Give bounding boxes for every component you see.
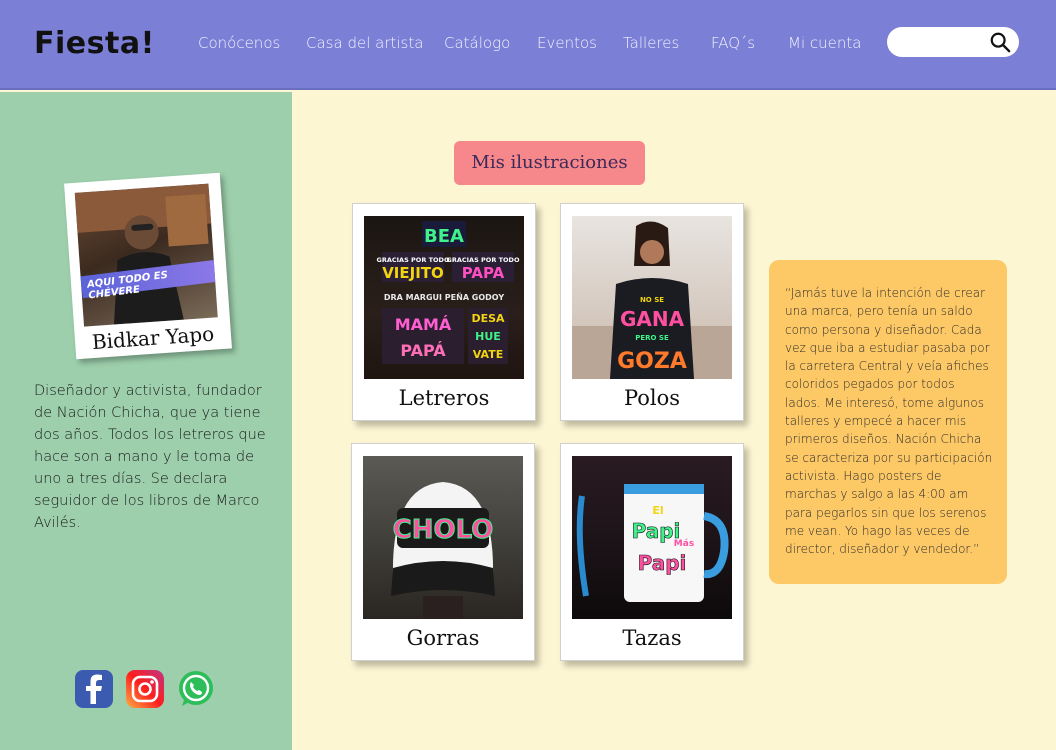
svg-text:GOZA: GOZA bbox=[617, 349, 687, 374]
artist-bio: Diseñador y activista, fundador de Nació… bbox=[34, 383, 266, 531]
svg-text:El: El bbox=[652, 504, 663, 517]
nav-link-eventos[interactable]: Eventos bbox=[537, 34, 597, 52]
search-input[interactable] bbox=[887, 27, 1019, 57]
tazas-image: El Papi Más Papi bbox=[572, 456, 732, 619]
svg-text:PERO SE: PERO SE bbox=[635, 334, 669, 342]
svg-text:HUE: HUE bbox=[475, 330, 501, 343]
instagram-icon[interactable] bbox=[126, 670, 164, 708]
card-label: Gorras bbox=[406, 626, 480, 650]
svg-text:MAMÁ: MAMÁ bbox=[395, 315, 452, 334]
gorras-image: CHOLO bbox=[363, 456, 523, 619]
svg-text:Papi: Papi bbox=[638, 551, 687, 575]
product-card-letreros[interactable]: BEA GRACIAS POR TODO VIEJITO GRACIAS POR… bbox=[352, 203, 536, 421]
svg-text:DRA MARGUI PEÑA GODOY: DRA MARGUI PEÑA GODOY bbox=[384, 292, 504, 302]
nav-link-casa-del-artista[interactable]: Casa del artista bbox=[306, 34, 423, 52]
profile-polaroid: AQUI TODO ES CHÉVERE Bidkar Yapo bbox=[64, 172, 232, 360]
svg-text:GRACIAS POR TODO: GRACIAS POR TODO bbox=[447, 256, 520, 264]
letreros-image: BEA GRACIAS POR TODO VIEJITO GRACIAS POR… bbox=[364, 216, 524, 379]
svg-text:BEA: BEA bbox=[424, 226, 464, 247]
svg-text:CHOLO: CHOLO bbox=[393, 515, 494, 545]
svg-text:PAPÁ: PAPÁ bbox=[400, 341, 446, 360]
polos-image: NO SE GANA PERO SE GOZA bbox=[572, 216, 732, 379]
nav-link-catalogo[interactable]: Catálogo bbox=[444, 34, 510, 52]
site-logo[interactable]: Fiesta! bbox=[34, 26, 155, 61]
card-label: Tazas bbox=[622, 626, 682, 650]
product-card-tazas[interactable]: El Papi Más Papi Tazas bbox=[560, 443, 744, 661]
nav-link-conocenos[interactable]: Conócenos bbox=[198, 34, 280, 52]
artist-figure-icon bbox=[74, 183, 212, 325]
facebook-icon[interactable] bbox=[75, 670, 113, 708]
artist-quote: “Jamás tuve la intención de crear una ma… bbox=[769, 260, 1007, 584]
svg-text:NO SE: NO SE bbox=[640, 296, 664, 304]
svg-text:Más: Más bbox=[674, 539, 694, 549]
artist-photo: AQUI TODO ES CHÉVERE bbox=[74, 183, 218, 327]
section-title: Mis ilustraciones bbox=[454, 141, 645, 185]
nav-link-faqs[interactable]: FAQ´s bbox=[711, 34, 755, 52]
header-bar: Fiesta! Conócenos Casa del artista Catál… bbox=[0, 0, 1056, 90]
whatsapp-icon[interactable] bbox=[177, 670, 215, 708]
svg-text:VIEJITO: VIEJITO bbox=[382, 264, 444, 282]
card-label: Letreros bbox=[398, 386, 490, 410]
svg-text:PAPA: PAPA bbox=[462, 264, 505, 282]
search-icon[interactable] bbox=[989, 31, 1011, 53]
svg-text:GANA: GANA bbox=[620, 307, 685, 331]
svg-text:DESA: DESA bbox=[471, 312, 505, 325]
svg-text:VATE: VATE bbox=[473, 348, 503, 361]
product-card-gorras[interactable]: CHOLO Gorras bbox=[351, 443, 535, 661]
card-label: Polos bbox=[623, 386, 681, 410]
nav-link-talleres[interactable]: Talleres bbox=[623, 34, 679, 52]
svg-text:GRACIAS POR TODO: GRACIAS POR TODO bbox=[377, 256, 450, 264]
nav-link-mi-cuenta[interactable]: Mi cuenta bbox=[788, 34, 861, 52]
product-card-polos[interactable]: NO SE GANA PERO SE GOZA Polos bbox=[560, 203, 744, 421]
